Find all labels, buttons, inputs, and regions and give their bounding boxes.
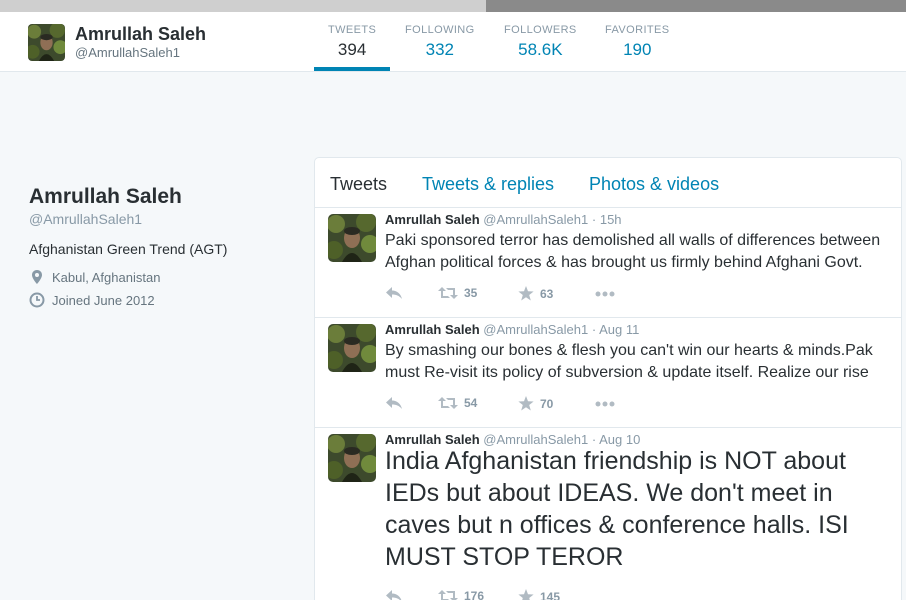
joined-text: Joined June 2012: [52, 292, 155, 308]
star-icon: [518, 589, 534, 600]
star-icon: [518, 396, 534, 411]
separator-dot: ·: [591, 322, 597, 337]
profile-handle[interactable]: @AmrullahSaleh1: [29, 211, 289, 227]
retweet-icon: [438, 590, 458, 600]
reply-button[interactable]: [385, 589, 409, 600]
tweet-text: India Afghanistan friendship is NOT abou…: [385, 447, 849, 571]
tweet-author-name[interactable]: Amrullah Saleh: [385, 322, 480, 337]
stat-favorites[interactable]: FAVORITES 190: [605, 24, 670, 60]
tweet-header: Amrullah Saleh @AmrullahSaleh1 · Aug 11: [385, 322, 639, 337]
stat-following[interactable]: FOLLOWING 332: [405, 24, 475, 60]
location-pin-icon: [32, 270, 42, 284]
clock-icon: [29, 292, 45, 308]
stat-value: 332: [425, 40, 454, 59]
retweet-button[interactable]: 176: [438, 589, 484, 600]
retweet-icon: [438, 397, 458, 409]
reply-icon: [386, 590, 402, 600]
tweet-author-handle[interactable]: @AmrullahSaleh1: [483, 322, 588, 337]
retweet-count: 54: [464, 396, 478, 410]
tweet-author-name[interactable]: Amrullah Saleh: [385, 212, 480, 227]
tweet-actions: 176 145: [385, 589, 685, 600]
favorite-button[interactable]: 70: [518, 396, 553, 411]
favorite-count: 145: [540, 589, 561, 600]
cover-photo-strip: [0, 0, 906, 12]
stat-value: 190: [623, 40, 652, 59]
retweet-count: 176: [464, 589, 485, 600]
tweet-header: Amrullah Saleh @AmrullahSaleh1 · 15h: [385, 212, 622, 227]
tweet-text: By smashing our bones & flesh you can't …: [385, 342, 873, 381]
avatar[interactable]: [28, 24, 65, 61]
tweet-text: Paki sponsored terror has demolished all…: [385, 232, 881, 271]
tweet[interactable]: Amrullah Saleh @AmrullahSaleh1 · Aug 11 …: [315, 318, 901, 428]
profile-name[interactable]: Amrullah Saleh: [29, 185, 289, 209]
stat-label: TWEETS: [328, 24, 377, 36]
tab-tweets[interactable]: Tweets: [330, 174, 387, 195]
stat-label: FAVORITES: [605, 24, 670, 36]
avatar[interactable]: [328, 324, 376, 372]
stat-value: 394: [337, 40, 367, 59]
separator-dot: ·: [591, 212, 597, 227]
profile-card: Amrullah Saleh @AmrullahSaleh1 Afghanist…: [29, 185, 289, 308]
tweet[interactable]: Amrullah Saleh @AmrullahSaleh1 · Aug 10 …: [315, 428, 901, 600]
reply-button[interactable]: [385, 286, 409, 300]
stat-value: 58.6K: [518, 40, 563, 59]
more-button[interactable]: [595, 291, 621, 297]
more-icon: [595, 401, 615, 407]
retweet-count: 35: [464, 286, 478, 300]
reply-icon: [386, 397, 402, 409]
avatar[interactable]: [328, 434, 376, 482]
stat-label: FOLLOWERS: [504, 24, 577, 36]
more-icon: [595, 291, 615, 297]
timeline-tabs: Tweets Tweets & replies Photos & videos: [315, 158, 901, 208]
nav-profile-handle: @AmrullahSaleh1: [75, 45, 180, 60]
tab-tweets-replies[interactable]: Tweets & replies: [422, 174, 554, 195]
retweet-button[interactable]: 35: [438, 286, 477, 300]
favorite-count: 70: [540, 396, 554, 411]
stat-followers[interactable]: FOLLOWERS 58.6K: [504, 24, 577, 60]
retweet-button[interactable]: 54: [438, 396, 477, 410]
nav-profile-name[interactable]: Amrullah Saleh: [75, 24, 206, 45]
retweet-icon: [438, 287, 458, 299]
tab-photos-videos[interactable]: Photos & videos: [589, 174, 719, 195]
favorite-count: 63: [540, 286, 554, 301]
reply-button[interactable]: [385, 396, 409, 410]
star-icon: [518, 286, 534, 301]
tweet-author-handle[interactable]: @AmrullahSaleh1: [483, 212, 588, 227]
profile-location: Kabul, Afghanistan: [29, 269, 289, 285]
tweet-timestamp[interactable]: Aug 11: [599, 322, 639, 337]
timeline: Tweets Tweets & replies Photos & videos …: [314, 157, 902, 600]
tweet-actions: 35 63: [385, 286, 685, 306]
tweet[interactable]: Amrullah Saleh @AmrullahSaleh1 · 15h Pak…: [315, 208, 901, 318]
profile-bio: Afghanistan Green Trend (AGT): [29, 241, 228, 257]
profile-joined: Joined June 2012: [29, 292, 289, 308]
stat-label: FOLLOWING: [405, 24, 475, 36]
avatar[interactable]: [328, 214, 376, 262]
reply-icon: [386, 287, 402, 299]
stat-tweets[interactable]: TWEETS 394: [328, 24, 376, 60]
profile-nav-bar: Amrullah Saleh @AmrullahSaleh1 TWEETS 39…: [0, 12, 906, 72]
more-button[interactable]: [595, 401, 621, 407]
favorite-button[interactable]: 145: [518, 589, 560, 600]
tweet-timestamp[interactable]: 15h: [600, 212, 622, 227]
active-stat-indicator: [314, 67, 390, 71]
favorite-button[interactable]: 63: [518, 286, 553, 301]
tweet-actions: 54 70: [385, 396, 685, 416]
location-text: Kabul, Afghanistan: [52, 269, 161, 285]
